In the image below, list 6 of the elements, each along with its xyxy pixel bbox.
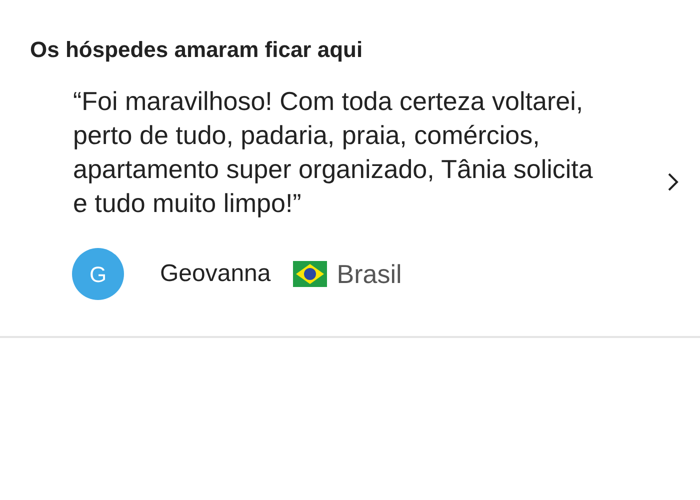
flag-icon — [292, 261, 327, 287]
section-title: Os hóspedes amaram ficar aqui — [29, 36, 364, 64]
review-text: “Foi maravilhoso! Com toda certeza voltarei, perto de tudo, padaria, praia, comércios, apartamento super organizado, Tânia solicita e tudo muito limpo!” — [73, 85, 594, 220]
country-name: Brasil — [336, 258, 402, 290]
author-name: Geovanna — [160, 259, 271, 289]
avatar: G — [72, 248, 124, 300]
